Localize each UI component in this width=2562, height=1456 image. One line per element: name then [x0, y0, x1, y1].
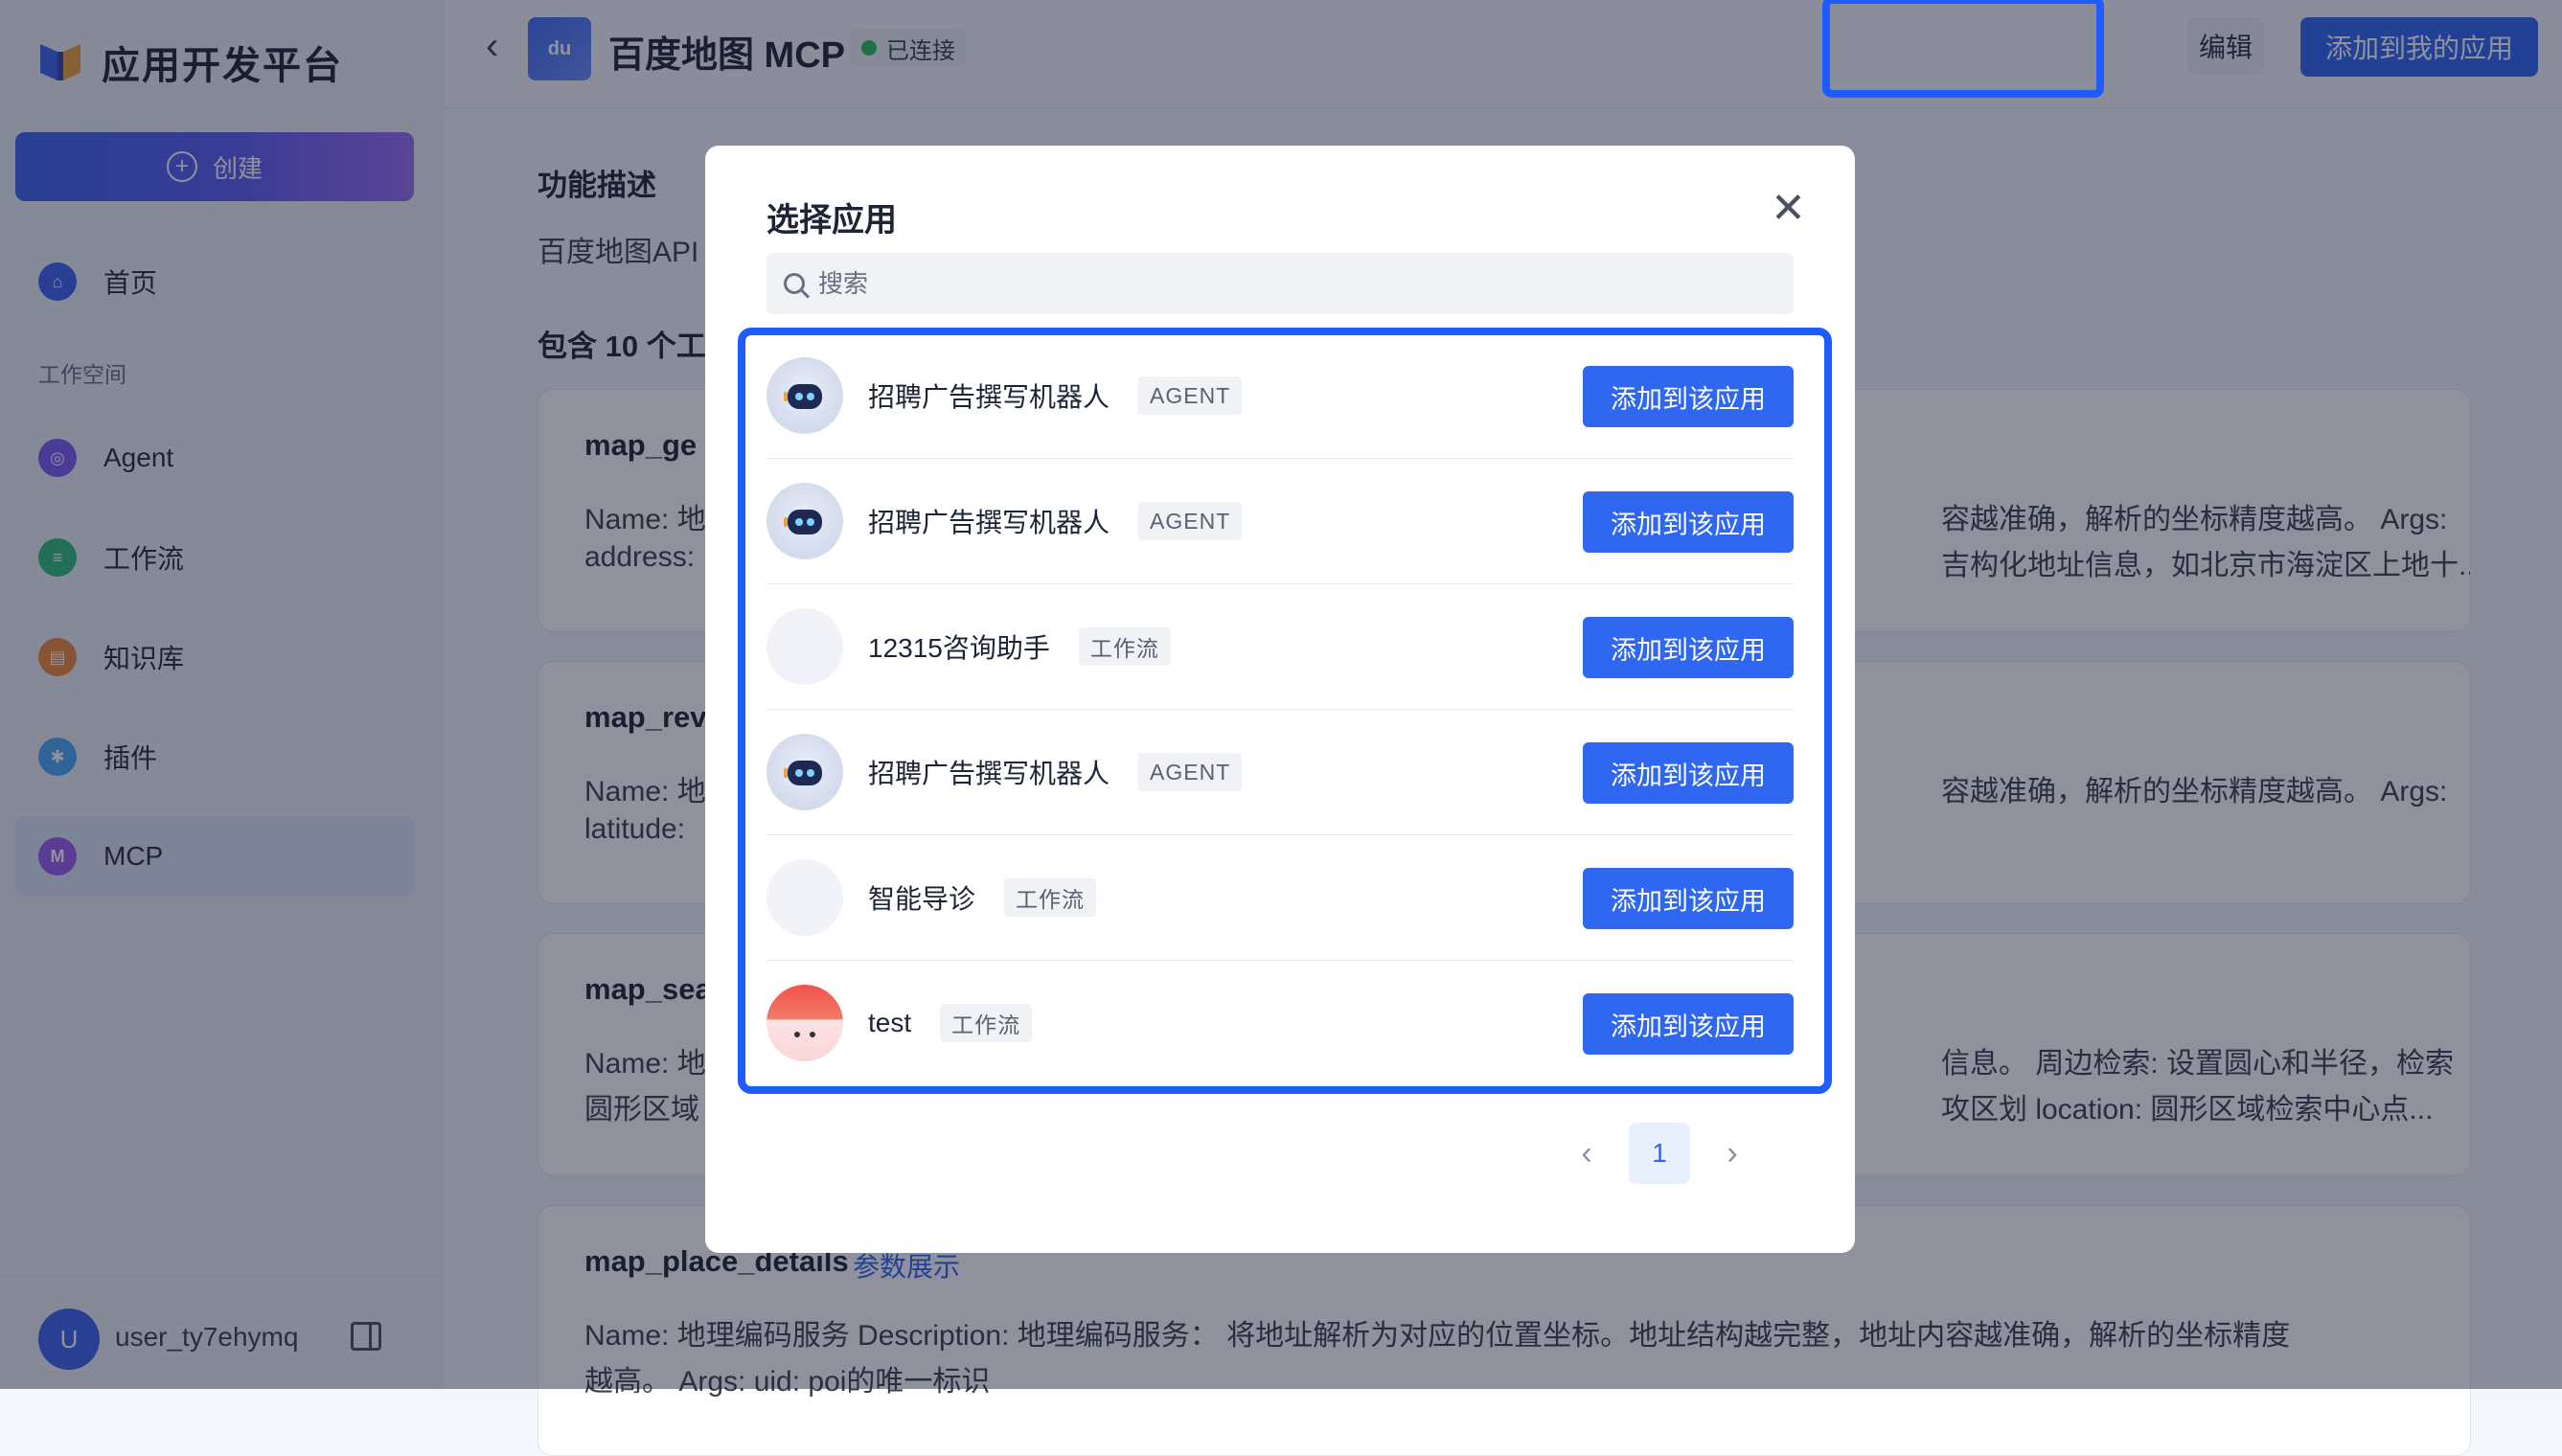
add-to-app-button[interactable]: 添加到该应用: [1583, 366, 1794, 427]
app-name: 招聘广告撰写机器人: [868, 382, 1110, 412]
add-to-app-button[interactable]: 添加到该应用: [1583, 491, 1794, 553]
list-item: 招聘广告撰写机器人 AGENT 添加到该应用: [766, 333, 1794, 459]
blank-avatar-icon: [766, 608, 843, 685]
current-page[interactable]: 1: [1629, 1123, 1690, 1184]
search-input[interactable]: [816, 267, 1759, 300]
add-to-app-button[interactable]: 添加到该应用: [1583, 617, 1794, 678]
add-to-app-button[interactable]: 添加到该应用: [1583, 742, 1794, 804]
app-name: 智能导诊: [868, 884, 976, 914]
app-type-tag: AGENT: [1138, 502, 1243, 540]
app-name: 12315咨询助手: [868, 633, 1050, 663]
app-type-tag: 工作流: [1078, 627, 1171, 666]
pagination: ‹ 1 ›: [1566, 1123, 1753, 1184]
app-name: test: [868, 1008, 912, 1037]
app-type-tag: AGENT: [1138, 376, 1243, 415]
select-app-dialog: 选择应用 ✕ 招聘广告撰写机器人 AGENT 添加到该应用 招聘广告撰写机器人 …: [705, 146, 1855, 1253]
app-name: 招聘广告撰写机器人: [868, 759, 1110, 788]
search-box[interactable]: [766, 253, 1794, 314]
list-item: 招聘广告撰写机器人 AGENT 添加到该应用: [766, 459, 1794, 584]
dialog-title: 选择应用: [766, 202, 897, 239]
add-to-app-button[interactable]: 添加到该应用: [1583, 993, 1794, 1055]
add-to-app-button[interactable]: 添加到该应用: [1583, 868, 1794, 929]
app-type-tag: 工作流: [940, 1004, 1033, 1042]
blank-avatar-icon: [766, 859, 843, 936]
list-item: test 工作流 添加到该应用: [766, 961, 1794, 1085]
list-item: 12315咨询助手 工作流 添加到该应用: [766, 584, 1794, 710]
app-name: 招聘广告撰写机器人: [868, 508, 1110, 537]
app-type-tag: AGENT: [1138, 753, 1243, 791]
robot-avatar-icon: [766, 483, 843, 559]
app-type-tag: 工作流: [1004, 878, 1097, 917]
app-list: 招聘广告撰写机器人 AGENT 添加到该应用 招聘广告撰写机器人 AGENT 添…: [766, 333, 1794, 1085]
robot-avatar-icon: [766, 734, 843, 810]
search-icon: [784, 273, 805, 294]
list-item: 招聘广告撰写机器人 AGENT 添加到该应用: [766, 710, 1794, 835]
list-item: 智能导诊 工作流 添加到该应用: [766, 835, 1794, 961]
prev-page-icon[interactable]: ‹: [1566, 1135, 1608, 1172]
close-icon[interactable]: ✕: [1771, 188, 1806, 230]
snowman-avatar-icon: [766, 985, 843, 1061]
app-root: 应用开发平台 + 创建 ⌂ 首页 工作空间 ◎ Agent ≡ 工作流 ▤ 知识…: [0, 0, 2562, 1456]
next-page-icon[interactable]: ›: [1711, 1135, 1753, 1172]
robot-avatar-icon: [766, 357, 843, 434]
